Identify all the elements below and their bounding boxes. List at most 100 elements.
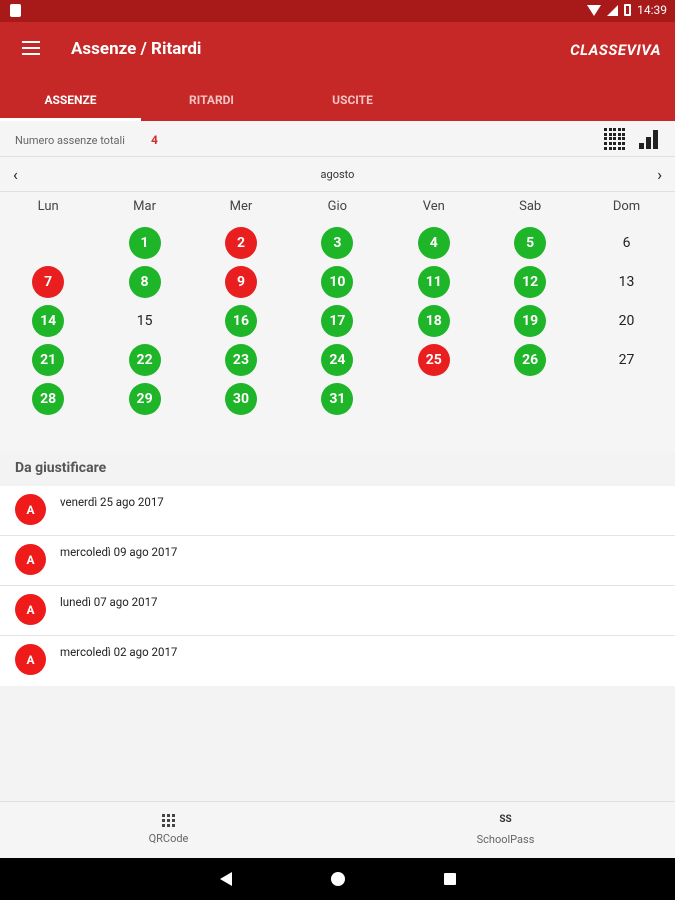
calendar-cell: 30 bbox=[193, 382, 289, 415]
tab-assenze[interactable]: ASSENZE bbox=[0, 80, 141, 121]
status-bar: 14:39 bbox=[0, 0, 675, 22]
calendar-day-present[interactable]: 3 bbox=[321, 227, 354, 260]
calendar-day-present[interactable]: 1 bbox=[128, 227, 161, 260]
calendar-day-present[interactable]: 16 bbox=[224, 304, 257, 337]
calendar-cell: 2 bbox=[193, 227, 289, 260]
absence-badge: A bbox=[15, 494, 46, 525]
calendar-cell: 21 bbox=[0, 343, 96, 376]
calendar-cell: 14 bbox=[0, 304, 96, 337]
qrcode-icon bbox=[162, 814, 175, 827]
calendar-day-present[interactable]: 30 bbox=[224, 382, 257, 415]
calendar-day-present[interactable]: 31 bbox=[321, 382, 354, 415]
recent-apps-icon[interactable] bbox=[444, 873, 456, 885]
calendar-day[interactable]: 15 bbox=[129, 305, 161, 337]
list-item[interactable]: A mercoledì 09 ago 2017 bbox=[0, 536, 675, 586]
calendar-day-present[interactable]: 22 bbox=[128, 343, 161, 376]
nav-schoolpass[interactable]: SS SchoolPass bbox=[337, 802, 674, 858]
calendar-cell: 19 bbox=[482, 304, 578, 337]
tab-uscite[interactable]: USCITE bbox=[282, 80, 423, 121]
calendar-day-present[interactable]: 21 bbox=[32, 343, 65, 376]
calendar-week-row: 21 22 23 24 25 26 27 bbox=[0, 340, 675, 379]
calendar-cell: 6 bbox=[578, 227, 674, 259]
calendar-week-row: 28 29 30 31 bbox=[0, 379, 675, 418]
calendar-day[interactable]: 20 bbox=[611, 305, 643, 337]
absence-date: mercoledì 09 ago 2017 bbox=[60, 545, 178, 559]
chevron-right-icon[interactable]: › bbox=[657, 165, 662, 184]
calendar-day[interactable]: 27 bbox=[611, 344, 643, 376]
calendar-cell: 18 bbox=[386, 304, 482, 337]
total-absences-label: Numero assenze totali bbox=[15, 134, 125, 147]
calendar-cell: 10 bbox=[289, 266, 385, 299]
app-bar: Assenze / Ritardi CLASSEVIVA bbox=[0, 22, 675, 80]
calendar-day-absent[interactable]: 7 bbox=[32, 266, 65, 299]
calendar-cell: 11 bbox=[386, 266, 482, 299]
menu-icon[interactable] bbox=[22, 41, 40, 55]
calendar-day[interactable]: 13 bbox=[611, 266, 643, 298]
calendar-day-present[interactable]: 4 bbox=[417, 227, 450, 260]
calendar-day-present[interactable]: 10 bbox=[321, 266, 354, 299]
nav-label: SchoolPass bbox=[476, 833, 535, 846]
absence-badge: A bbox=[15, 644, 46, 675]
calendar-cell: 31 bbox=[289, 382, 385, 415]
weekday-label: Mar bbox=[133, 199, 156, 214]
calendar-view-icon[interactable] bbox=[604, 128, 626, 150]
home-icon[interactable] bbox=[331, 872, 345, 886]
page-title: Assenze / Ritardi bbox=[71, 39, 202, 59]
list-item[interactable]: A venerdì 25 ago 2017 bbox=[0, 486, 675, 536]
calendar-day-absent[interactable]: 9 bbox=[224, 266, 257, 299]
calendar-cell: 3 bbox=[289, 227, 385, 260]
absence-date: venerdì 25 ago 2017 bbox=[60, 495, 164, 509]
calendar-cell: 5 bbox=[482, 227, 578, 260]
calendar-cell: 8 bbox=[96, 266, 192, 299]
absence-date: lunedì 07 ago 2017 bbox=[60, 595, 158, 609]
absence-date: mercoledì 02 ago 2017 bbox=[60, 645, 178, 659]
calendar-cell: 28 bbox=[0, 382, 96, 415]
calendar-day-absent[interactable]: 2 bbox=[224, 227, 257, 260]
weekday-label: Gio bbox=[327, 199, 348, 214]
calendar-day-present[interactable]: 26 bbox=[514, 343, 547, 376]
calendar-week-row: 14 15 16 17 18 19 20 bbox=[0, 302, 675, 341]
tab-bar: ASSENZE RITARDI USCITE bbox=[0, 80, 675, 121]
calendar-day-present[interactable]: 24 bbox=[321, 343, 354, 376]
to-justify-list: A venerdì 25 ago 2017 A mercoledì 09 ago… bbox=[0, 486, 675, 686]
nav-label: QRCode bbox=[148, 832, 189, 845]
calendar-day-present[interactable]: 5 bbox=[514, 227, 547, 260]
back-icon[interactable] bbox=[220, 872, 232, 886]
calendar-day-present[interactable]: 23 bbox=[224, 343, 257, 376]
wifi-icon bbox=[587, 4, 602, 16]
calendar-day-present[interactable]: 12 bbox=[514, 266, 547, 299]
calendar-day-present[interactable]: 29 bbox=[128, 382, 161, 415]
calendar-cell: 25 bbox=[386, 343, 482, 376]
calendar-cell: 17 bbox=[289, 304, 385, 337]
weekday-label: Ven bbox=[422, 199, 445, 214]
tab-ritardi[interactable]: RITARDI bbox=[141, 80, 282, 121]
calendar-day-absent[interactable]: 25 bbox=[417, 343, 450, 376]
calendar-cell: 27 bbox=[578, 344, 674, 376]
weekday-label: Mer bbox=[229, 199, 253, 214]
classeviva-logo: CLASSEVIVA bbox=[570, 41, 661, 59]
calendar-cell: 7 bbox=[0, 266, 96, 299]
stats-view-icon[interactable] bbox=[639, 129, 661, 149]
list-item[interactable]: A mercoledì 02 ago 2017 bbox=[0, 636, 675, 686]
calendar-day-present[interactable]: 18 bbox=[417, 304, 450, 337]
notification-icon bbox=[10, 4, 21, 17]
calendar-day-present[interactable]: 19 bbox=[514, 304, 547, 337]
status-time: 14:39 bbox=[637, 3, 667, 17]
calendar-day[interactable]: 6 bbox=[611, 227, 643, 259]
calendar-week-row: 7 8 9 10 11 12 13 bbox=[0, 263, 675, 302]
nav-qrcode[interactable]: QRCode bbox=[0, 802, 337, 858]
calendar-cell: 12 bbox=[482, 266, 578, 299]
calendar-cell: 26 bbox=[482, 343, 578, 376]
calendar-cell: 1 bbox=[96, 227, 192, 260]
calendar-cell: 4 bbox=[386, 227, 482, 260]
battery-icon bbox=[624, 4, 632, 16]
calendar-day-present[interactable]: 17 bbox=[321, 304, 354, 337]
calendar-day-present[interactable]: 11 bbox=[417, 266, 450, 299]
calendar-cell: 23 bbox=[193, 343, 289, 376]
list-item[interactable]: A lunedì 07 ago 2017 bbox=[0, 586, 675, 636]
calendar-day-present[interactable]: 8 bbox=[128, 266, 161, 299]
calendar-cell: 9 bbox=[193, 266, 289, 299]
calendar-day-present[interactable]: 14 bbox=[32, 304, 65, 337]
calendar-cell: 22 bbox=[96, 343, 192, 376]
calendar-day-present[interactable]: 28 bbox=[32, 382, 65, 415]
